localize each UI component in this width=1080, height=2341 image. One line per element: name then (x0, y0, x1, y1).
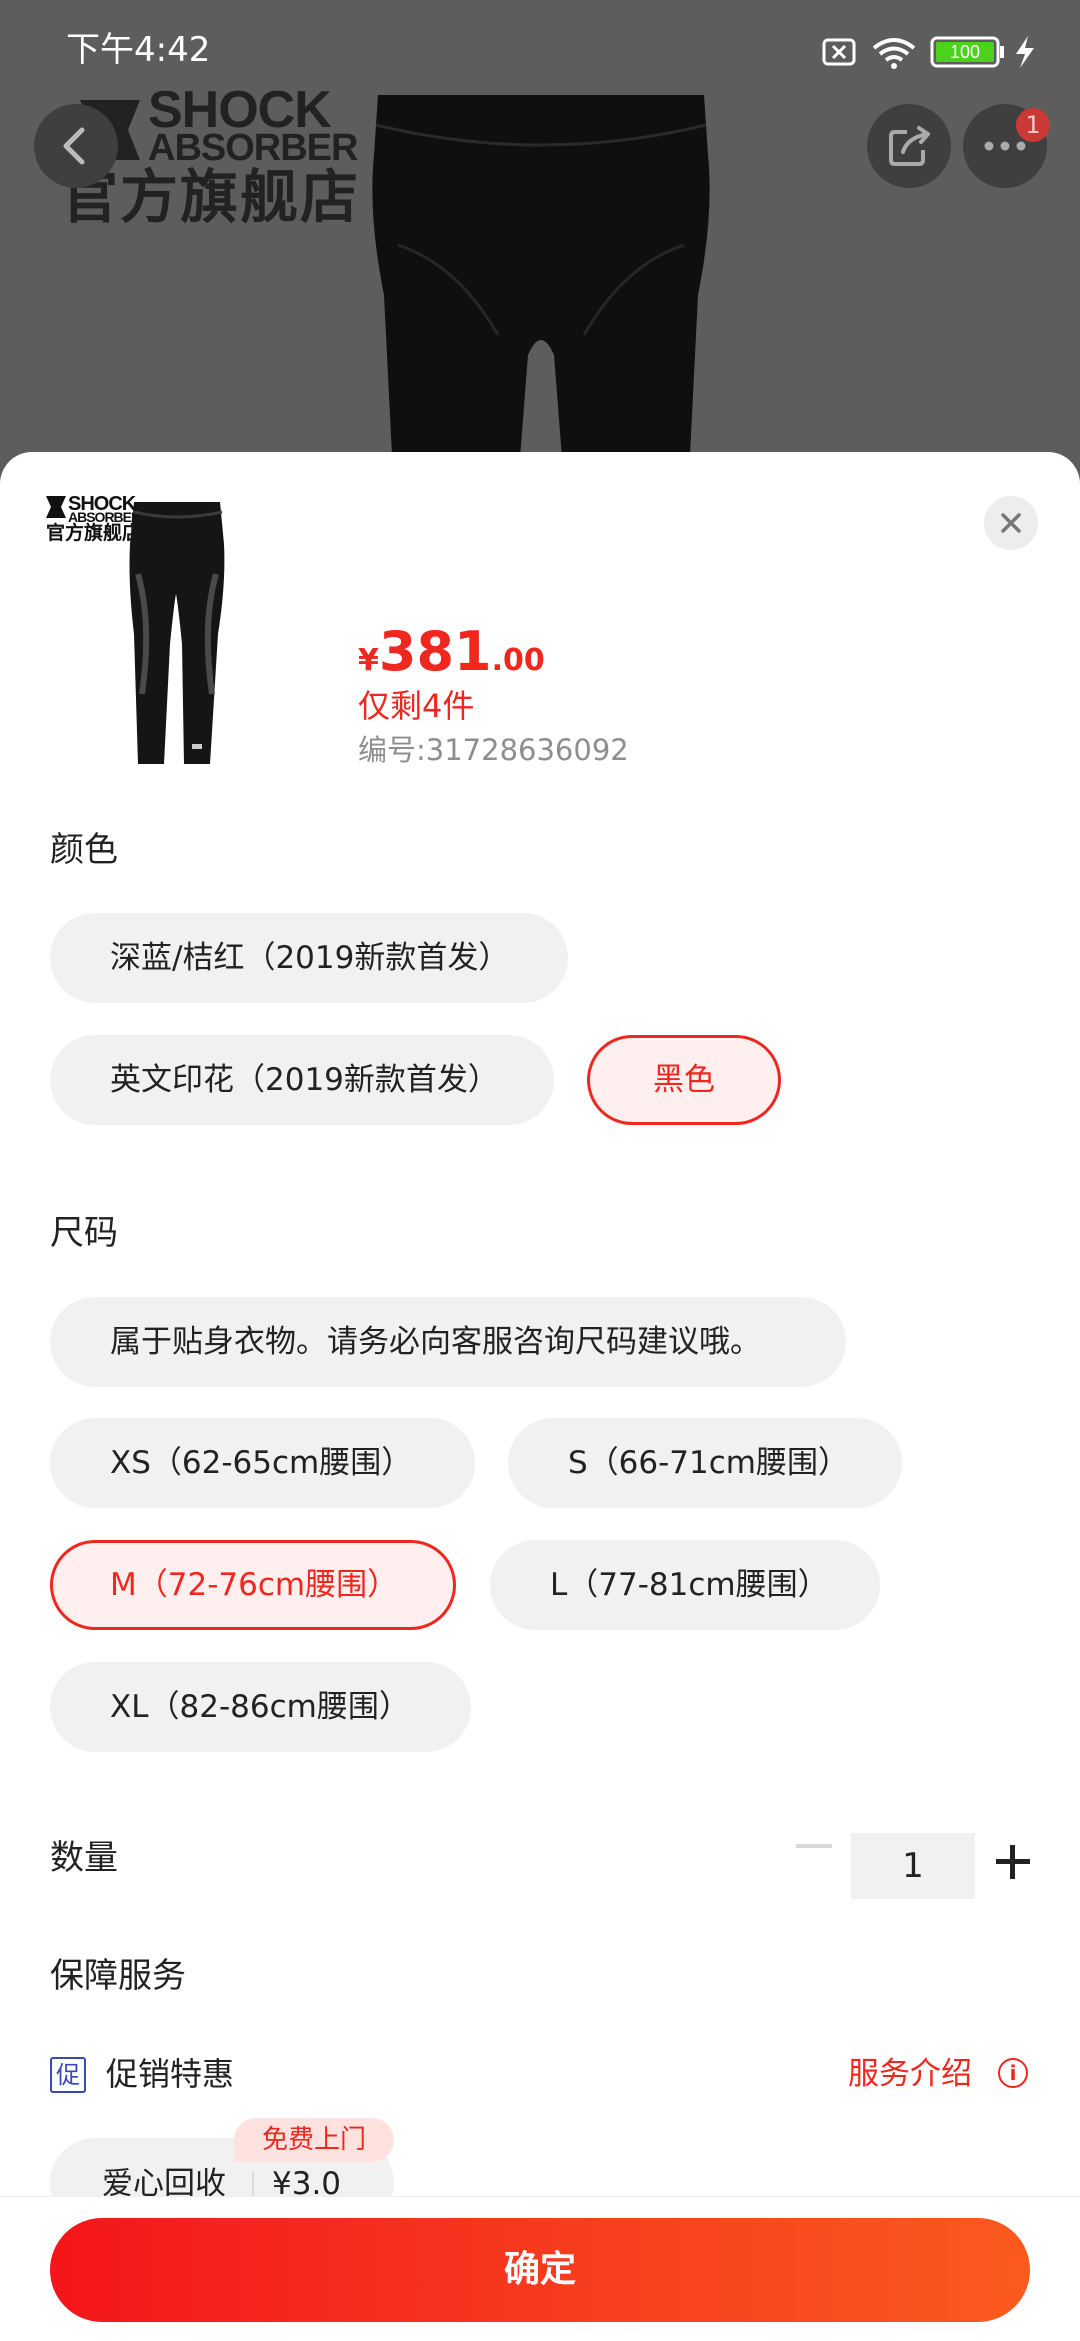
quantity-title: 数量 (50, 1838, 118, 1878)
color-option-english-print[interactable]: 英文印花（2019新款首发） (50, 1035, 554, 1125)
quantity-increase-button[interactable] (996, 1845, 1030, 1879)
price-integer: 381 (378, 620, 492, 683)
color-option-black[interactable]: 黑色 (587, 1035, 781, 1125)
quantity-decrease-button[interactable] (796, 1844, 832, 1848)
size-option-xl[interactable]: XL（82-86cm腰围） (50, 1662, 471, 1752)
close-icon (1001, 513, 1021, 533)
logo-line-2: ABSORBER (148, 127, 358, 169)
share-icon (889, 126, 930, 166)
product-thumbnail: SHOCK ABSORBER 官方旗舰店 (42, 494, 242, 774)
size-note[interactable]: 属于贴身衣物。请务必向客服咨询尺码建议哦。 (50, 1297, 846, 1387)
leggings-image (129, 502, 225, 764)
charging-icon (1016, 36, 1034, 68)
promo-icon: 促 (50, 2057, 86, 2093)
status-bar: 下午4:42 100 (0, 0, 1080, 100)
size-option-l[interactable]: L（77-81cm腰围） (490, 1540, 880, 1630)
status-icons: 100 (822, 36, 1034, 69)
size-option-xs[interactable]: XS（62-65cm腰围） (50, 1418, 475, 1508)
back-arrow-icon (63, 127, 85, 165)
status-time: 下午4:42 (66, 30, 211, 70)
size-section-title: 尺码 (50, 1213, 118, 1253)
color-option-navy-orange[interactable]: 深蓝/桔红（2019新款首发） (50, 913, 568, 1003)
sim-off-icon (822, 38, 856, 66)
sku-number: 编号:31728636092 (358, 733, 629, 767)
wifi-icon (872, 38, 916, 69)
quantity-value[interactable]: 1 (851, 1833, 975, 1899)
notification-badge: 1 (1016, 108, 1050, 142)
product-price: ¥381.00 (358, 620, 545, 683)
confirm-button[interactable]: 确定 (50, 2218, 1030, 2322)
size-option-s[interactable]: S（66-71cm腰围） (508, 1418, 902, 1508)
color-section-title: 颜色 (50, 830, 118, 870)
stock-remaining: 仅剩4件 (358, 687, 475, 725)
free-pickup-tag: 免费上门 (234, 2118, 394, 2162)
share-button[interactable] (867, 104, 951, 188)
promo-label: 促销特惠 (106, 2055, 235, 2093)
price-decimal: .00 (491, 643, 545, 678)
service-section-title: 保障服务 (50, 1956, 186, 1996)
close-button[interactable] (984, 496, 1038, 550)
back-button[interactable] (34, 104, 118, 188)
price-currency: ¥ (358, 643, 379, 678)
size-option-m[interactable]: M（72-76cm腰围） (50, 1540, 456, 1630)
recycle-divider (252, 2172, 254, 2198)
battery-level: 100 (950, 42, 980, 62)
service-intro-link[interactable]: 服务介绍 (848, 2052, 972, 2096)
info-icon[interactable]: i (998, 2058, 1028, 2088)
